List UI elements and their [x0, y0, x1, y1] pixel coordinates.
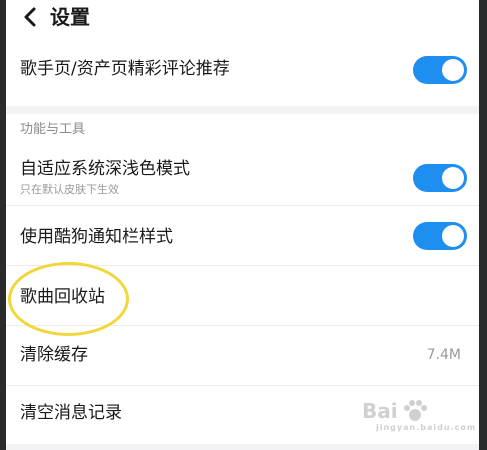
chevron-left-icon [24, 7, 36, 27]
annotation-highlight-circle [8, 262, 129, 336]
watermark-sub-text: jingyan.baidu.com [376, 423, 477, 432]
setting-label: 清空消息记录 [20, 403, 122, 423]
setting-label: 歌手页/资产页精彩评论推荐 [20, 59, 230, 79]
baidu-watermark: Bai jingyan.baidu.com [362, 399, 475, 434]
comment-recommend-toggle[interactable] [413, 56, 467, 84]
setting-sublabel: 只在默认皮肤下生效 [20, 183, 119, 196]
section-title: 功能与工具 [20, 122, 86, 137]
setting-row-notification-style[interactable]: 使用酷狗通知栏样式 [6, 206, 479, 266]
page-title: 设置 [50, 5, 90, 29]
header-bar: 设置 [6, 0, 479, 38]
setting-label: 自适应系统深浅色模式 [20, 159, 190, 179]
setting-row-comment-recommend[interactable]: 歌手页/资产页精彩评论推荐 [6, 38, 479, 106]
device-frame-right [479, 0, 487, 450]
notification-style-toggle[interactable] [413, 222, 467, 250]
paw-icon [404, 400, 427, 421]
setting-row-adaptive-dark-mode[interactable]: 自适应系统深浅色模式 只在默认皮肤下生效 [6, 146, 479, 206]
adaptive-dark-mode-toggle[interactable] [413, 164, 467, 192]
toggle-knob [442, 167, 464, 189]
toggle-knob [442, 225, 464, 247]
toggle-knob [442, 59, 464, 81]
back-button[interactable] [18, 4, 44, 30]
setting-label: 使用酷狗通知栏样式 [20, 227, 173, 247]
setting-label: 清除缓存 [20, 345, 88, 365]
settings-card-top: 歌手页/资产页精彩评论推荐 [6, 38, 479, 106]
cache-size-value: 7.4M [426, 347, 461, 363]
watermark-logo-text: Bai [362, 399, 398, 423]
